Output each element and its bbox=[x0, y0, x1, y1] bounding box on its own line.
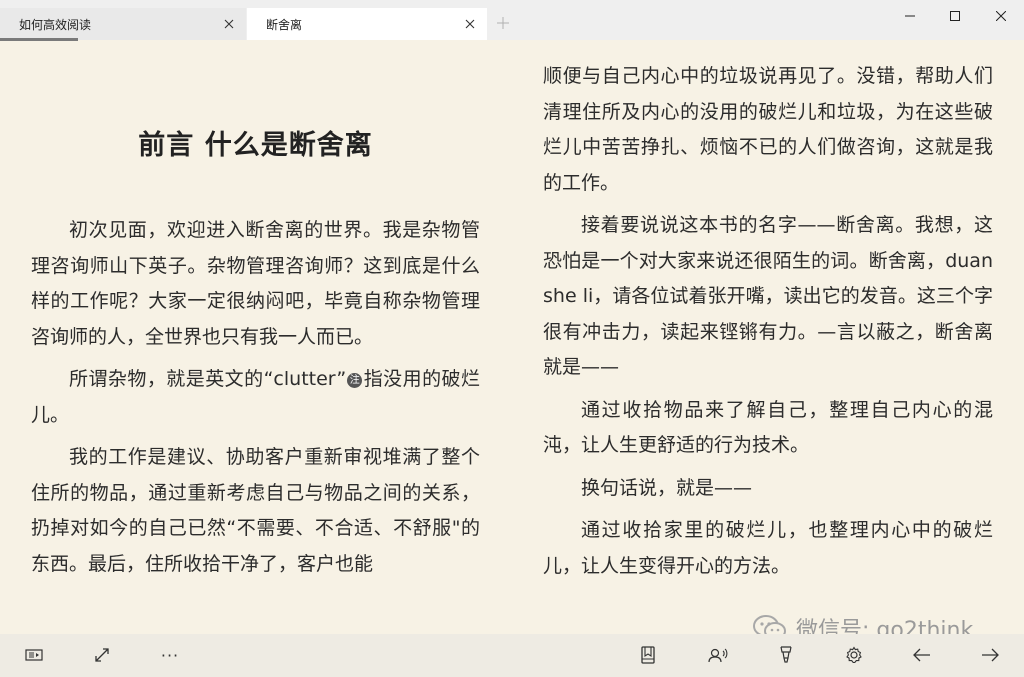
paragraph: 通过收拾家里的破烂儿，也整理内心中的破烂儿，让人生变得开心的方法。 bbox=[543, 519, 993, 577]
paragraph: 通过收拾物品来了解自己，整理自己内心的混沌，让人生更舒适的行为技术。 bbox=[543, 398, 993, 457]
maximize-icon bbox=[950, 11, 960, 21]
footnote-marker[interactable]: 注 bbox=[347, 373, 363, 388]
settings-button[interactable] bbox=[840, 641, 868, 669]
paragraph: 顺便与自己内心中的垃圾说再见了。没错，帮助人们清理住所及内心的没用的破烂儿和垃圾… bbox=[543, 65, 993, 194]
arrow-left-icon bbox=[913, 648, 930, 662]
table-of-contents-icon bbox=[25, 649, 43, 661]
close-icon[interactable] bbox=[463, 17, 477, 31]
expand-icon bbox=[95, 648, 109, 662]
maximize-button[interactable] bbox=[932, 0, 978, 32]
more-button[interactable]: ··· bbox=[156, 641, 184, 669]
read-aloud-icon bbox=[708, 648, 728, 663]
highlighter-icon bbox=[780, 646, 792, 663]
chapter-title: 前言 什么是断舍离 bbox=[138, 130, 373, 161]
paragraph: 换句话说，就是—— bbox=[581, 476, 753, 499]
plus-icon bbox=[497, 17, 509, 29]
paragraph: 初次见面，欢迎进入断舍离的世界。我是杂物管理咨询师山下英子。杂物管理咨询师？这到… bbox=[31, 219, 480, 348]
reader-toolbar: ··· bbox=[0, 634, 1024, 677]
left-page: 前言 什么是断舍离 初次见面，欢迎进入断舍离的世界。我是杂物管理咨询师山下英子。… bbox=[0, 40, 512, 634]
right-page: 顺便与自己内心中的垃圾说再见了。没错，帮助人们清理住所及内心的没用的破烂儿和垃圾… bbox=[512, 40, 1024, 634]
gear-icon bbox=[846, 646, 862, 664]
tab-label: 断舍离 bbox=[266, 17, 303, 32]
minimize-button[interactable] bbox=[887, 0, 933, 32]
fullscreen-button[interactable] bbox=[88, 641, 116, 669]
paragraph: 我的工作是建议、协助客户重新审视堆满了整个住所的物品，通过重新考虑自己与物品之间… bbox=[31, 446, 480, 575]
bookmark-button[interactable] bbox=[634, 641, 662, 669]
tab-how-to-read-efficiently[interactable]: 如何高效阅读 bbox=[0, 8, 246, 41]
new-tab-button[interactable] bbox=[494, 14, 512, 32]
minimize-icon bbox=[905, 15, 915, 17]
paragraph: 接着要说说这本书的名字——断舍离。我想，这恐怕是一个对大家来说还很陌生的词。断舍… bbox=[543, 214, 993, 378]
highlight-button[interactable] bbox=[772, 641, 800, 669]
paragraph-with-footnote: 所谓杂物，就是英文的“clutter” 注指没用的破烂儿。 bbox=[31, 362, 480, 433]
close-window-button[interactable] bbox=[978, 0, 1024, 32]
close-icon[interactable] bbox=[222, 17, 236, 31]
tab-label: 如何高效阅读 bbox=[19, 17, 92, 32]
close-icon bbox=[996, 11, 1006, 21]
table-of-contents-button[interactable] bbox=[20, 641, 48, 669]
next-page-button[interactable] bbox=[976, 641, 1004, 669]
previous-page-button[interactable] bbox=[908, 641, 936, 669]
paragraph-text: 所谓杂物，就是英文的“clutter” bbox=[69, 368, 347, 390]
bookmark-icon bbox=[641, 646, 655, 664]
arrow-right-icon bbox=[982, 648, 999, 662]
title-bar: 如何高效阅读 断舍离 bbox=[0, 0, 1024, 41]
read-aloud-button[interactable] bbox=[704, 641, 732, 669]
tab-danshari[interactable]: 断舍离 bbox=[247, 8, 487, 40]
